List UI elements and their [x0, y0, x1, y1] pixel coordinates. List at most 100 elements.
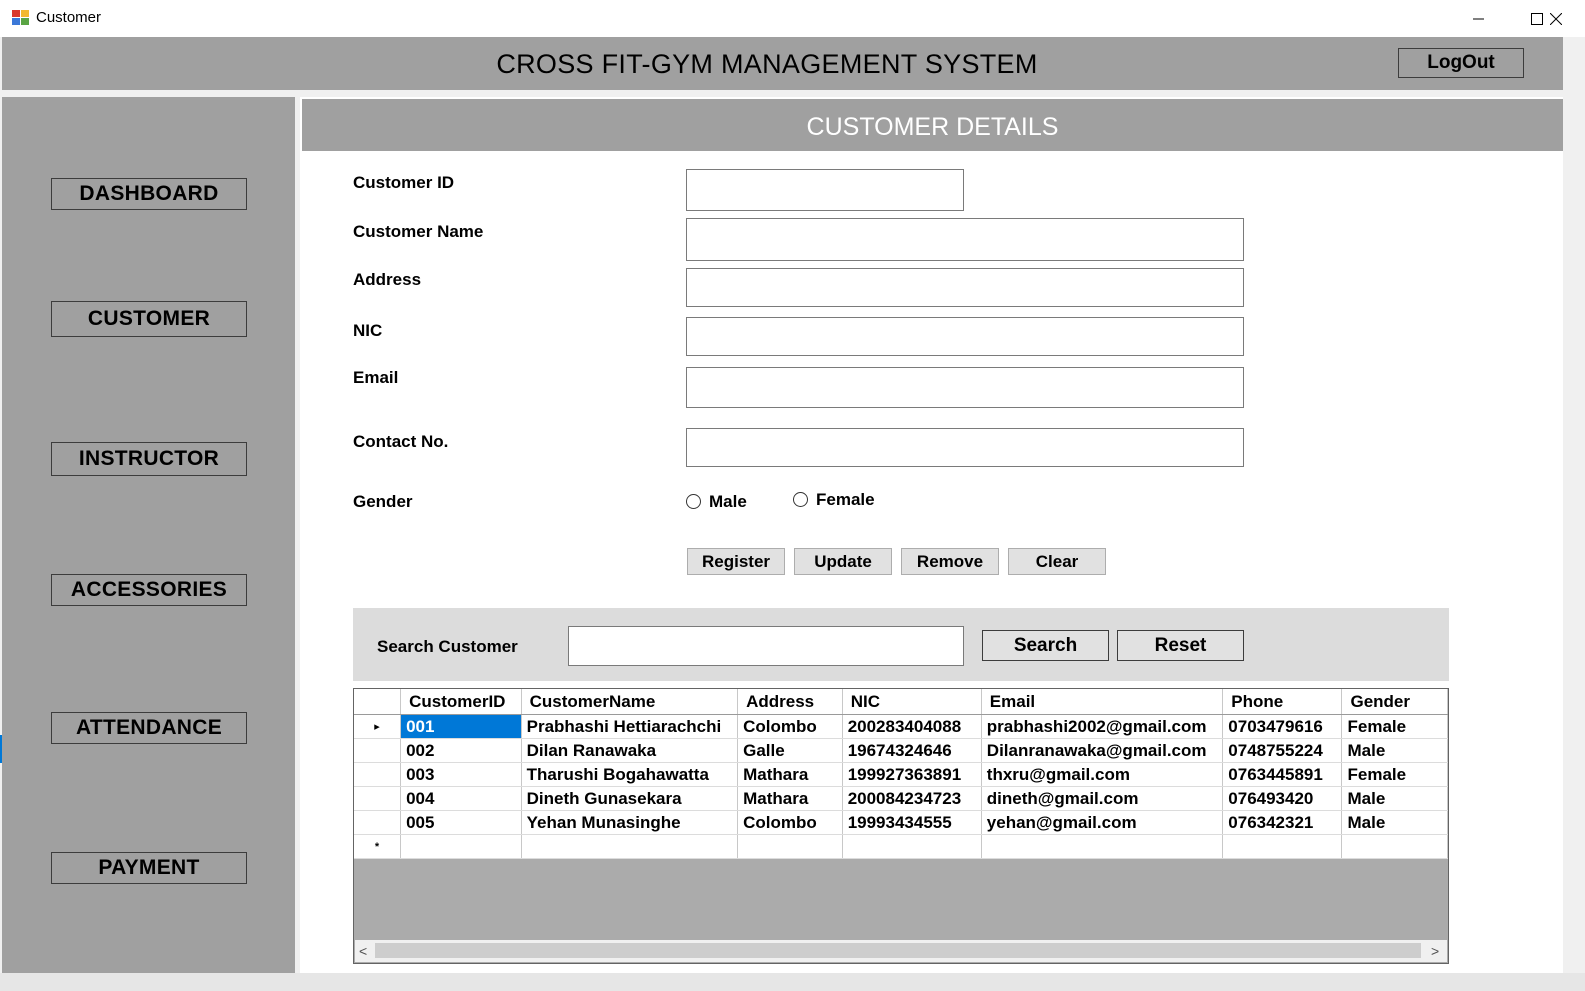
email-input[interactable] [686, 367, 1244, 408]
search-input[interactable] [568, 626, 964, 666]
table-cell[interactable]: Tharushi Bogahawatta [521, 762, 739, 787]
nav-payment-button[interactable]: PAYMENT [51, 852, 247, 884]
table-cell[interactable] [842, 834, 982, 859]
row-header-cell[interactable] [354, 810, 402, 835]
column-header[interactable]: CustomerID [400, 689, 522, 715]
register-button[interactable]: Register [687, 548, 785, 575]
table-cell[interactable]: 200283404088 [842, 714, 982, 739]
table-cell[interactable]: Colombo [737, 810, 843, 835]
table-cell[interactable]: 0763445891 [1222, 762, 1343, 787]
table-cell[interactable]: Dineth Gunasekara [521, 786, 739, 811]
table-cell[interactable]: Prabhashi Hettiarachchi [521, 714, 739, 739]
table-cell[interactable]: Galle [737, 738, 843, 763]
nav-customer-button[interactable]: CUSTOMER [51, 301, 247, 337]
table-cell[interactable] [1341, 834, 1448, 859]
close-button[interactable] [1527, 0, 1585, 37]
table-cell[interactable]: 002 [400, 738, 522, 763]
table-cell[interactable]: Mathara [737, 786, 843, 811]
address-input[interactable] [686, 268, 1244, 307]
table-cell[interactable]: Colombo [737, 714, 843, 739]
table-row[interactable]: ▸ 001 Prabhashi Hettiarachchi Colombo 200283… [354, 714, 1448, 739]
horizontal-scrollbar[interactable]: < > [355, 940, 1447, 962]
nav-accessories-button[interactable]: ACCESSORIES [51, 574, 247, 606]
table-cell[interactable] [521, 834, 739, 859]
table-row[interactable]: 002 Dilan Ranawaka Galle 19674324646 Dilanra… [354, 738, 1448, 763]
contact-input[interactable] [686, 428, 1244, 467]
table-cell[interactable]: Male [1341, 810, 1448, 835]
table-header-row: CustomerID CustomerName Address NIC Emai… [354, 689, 1448, 715]
nav-attendance-button[interactable]: ATTENDANCE [51, 712, 247, 744]
table-cell[interactable]: Male [1341, 786, 1448, 811]
table-cell[interactable]: 005 [400, 810, 522, 835]
table-cell[interactable]: thxru@gmail.com [981, 762, 1224, 787]
logout-button[interactable]: LogOut [1398, 48, 1524, 78]
customer-grid[interactable]: CustomerID CustomerName Address NIC Emai… [353, 688, 1449, 964]
table-cell[interactable]: 0748755224 [1222, 738, 1343, 763]
table-cell[interactable]: 19993434555 [842, 810, 982, 835]
scroll-left-arrow-icon[interactable]: < [359, 943, 367, 959]
gender-male-radio[interactable] [686, 494, 701, 509]
sidebar: DASHBOARD CUSTOMER INSTRUCTOR ACCESSORIE… [2, 97, 295, 973]
scrollbar-thumb[interactable] [375, 943, 1421, 958]
table-cell[interactable]: Female [1341, 714, 1448, 739]
table-cell[interactable]: 076493420 [1222, 786, 1343, 811]
section-title: CUSTOMER DETAILS [302, 99, 1563, 151]
new-row-marker: * [354, 834, 402, 859]
table-cell[interactable]: 076342321 [1222, 810, 1343, 835]
column-header[interactable]: Address [737, 689, 843, 715]
table-cell[interactable]: dineth@gmail.com [981, 786, 1224, 811]
nic-input[interactable] [686, 317, 1244, 356]
table-cell[interactable]: Mathara [737, 762, 843, 787]
table-cell[interactable]: 0703479616 [1222, 714, 1343, 739]
table-cell[interactable]: 200084234723 [842, 786, 982, 811]
table-cell[interactable]: 001 [400, 714, 522, 739]
table-cell[interactable]: Male [1341, 738, 1448, 763]
window-title-bar[interactable]: Customer [0, 0, 1585, 37]
reset-button[interactable]: Reset [1117, 630, 1244, 661]
close-icon [1550, 12, 1562, 25]
gender-female-radio[interactable] [793, 492, 808, 507]
table-cell[interactable]: Female [1341, 762, 1448, 787]
customer-name-input[interactable] [686, 218, 1244, 261]
table-row[interactable]: 003 Tharushi Bogahawatta Mathara 1999273638… [354, 762, 1448, 787]
column-header[interactable]: Email [981, 689, 1224, 715]
column-header[interactable]: NIC [842, 689, 982, 715]
table-cell[interactable]: Dilan Ranawaka [521, 738, 739, 763]
table-cell[interactable] [737, 834, 843, 859]
app-header: CROSS FIT-GYM MANAGEMENT SYSTEM LogOut [2, 37, 1563, 90]
new-row[interactable]: * [354, 834, 1448, 859]
table-cell[interactable]: 004 [400, 786, 522, 811]
table-cell[interactable] [981, 834, 1224, 859]
clear-button[interactable]: Clear [1008, 548, 1106, 575]
table-cell[interactable]: Dilanranawaka@gmail.com [981, 738, 1224, 763]
row-header-cell[interactable]: ▸ [354, 714, 402, 739]
contact-label: Contact No. [353, 432, 449, 451]
table-cell[interactable]: yehan@gmail.com [981, 810, 1224, 835]
row-header-cell[interactable] [354, 738, 402, 763]
nav-dashboard-button[interactable]: DASHBOARD [51, 178, 247, 210]
update-button[interactable]: Update [794, 548, 892, 575]
search-customer-label: Search Customer [377, 637, 518, 656]
table-cell[interactable]: prabhashi2002@gmail.com [981, 714, 1224, 739]
scroll-right-arrow-icon[interactable]: > [1431, 943, 1439, 959]
column-header[interactable]: Phone [1222, 689, 1343, 715]
table-cell[interactable]: Yehan Munasinghe [521, 810, 739, 835]
nav-instructor-button[interactable]: INSTRUCTOR [51, 442, 247, 476]
window-title: Customer [36, 9, 102, 26]
filler-11 [1450, 0, 1508, 37]
column-header[interactable]: Gender [1341, 689, 1448, 715]
table-cell[interactable]: 003 [400, 762, 522, 787]
row-header-cell[interactable] [354, 786, 402, 811]
table-cell[interactable] [1222, 834, 1343, 859]
remove-button[interactable]: Remove [901, 548, 999, 575]
row-header-cell[interactable] [354, 762, 402, 787]
column-header[interactable]: CustomerName [521, 689, 739, 715]
customer-id-input[interactable] [686, 169, 964, 211]
table-row[interactable]: 004 Dineth Gunasekara Mathara 200084234723 d… [354, 786, 1448, 811]
table-row[interactable]: 005 Yehan Munasinghe Colombo 19993434555 yeh… [354, 810, 1448, 835]
search-button[interactable]: Search [982, 630, 1109, 661]
app-title: CROSS FIT-GYM MANAGEMENT SYSTEM [496, 49, 1038, 79]
table-cell[interactable]: 199927363891 [842, 762, 982, 787]
table-cell[interactable] [400, 834, 522, 859]
table-cell[interactable]: 19674324646 [842, 738, 982, 763]
